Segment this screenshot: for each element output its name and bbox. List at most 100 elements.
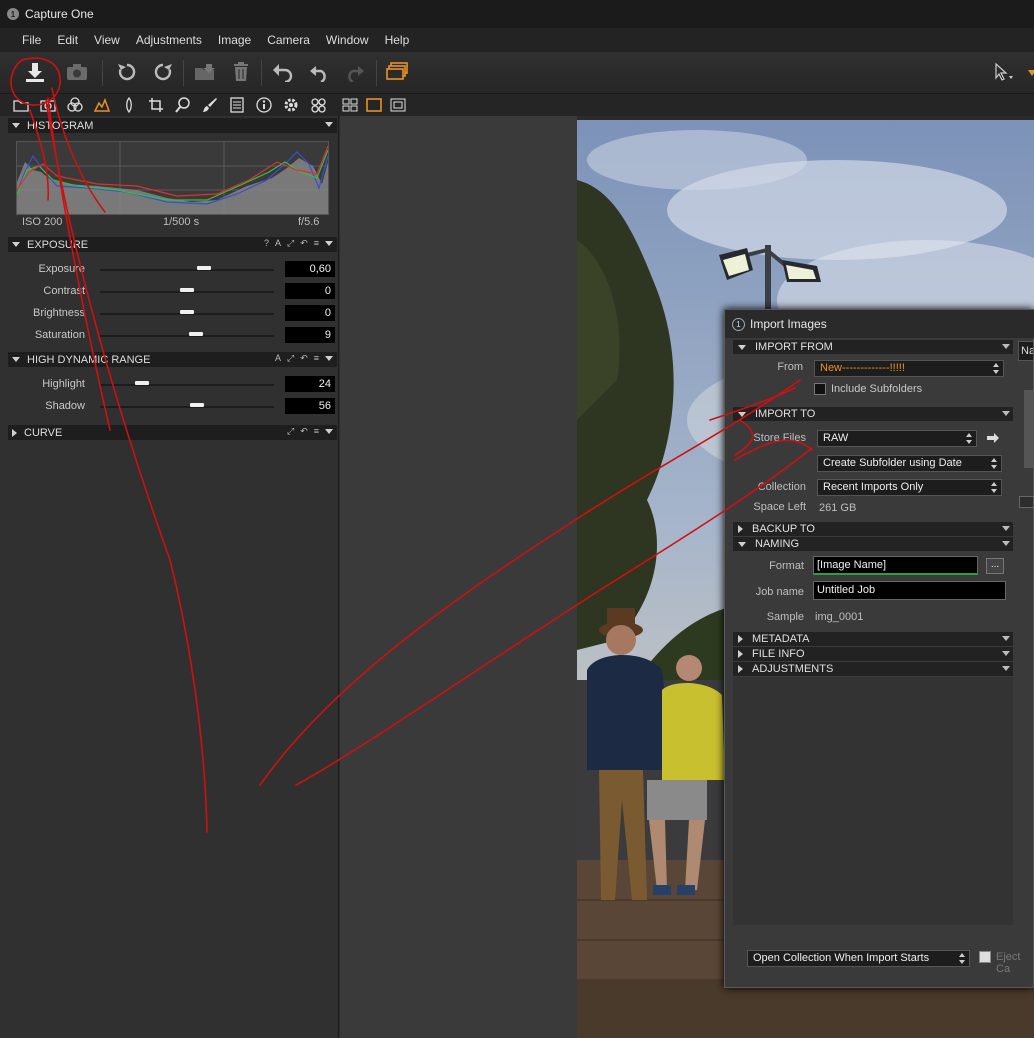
chevron-down-icon[interactable] <box>1002 636 1010 641</box>
lens-tab-icon[interactable] <box>121 97 137 113</box>
backup-to-header[interactable]: BACKUP TO <box>733 522 1013 536</box>
move-to-folder-icon[interactable] <box>192 60 218 84</box>
auto-icon[interactable]: A <box>275 353 281 364</box>
brightness-label: Brightness <box>33 307 85 319</box>
exposure-title: EXPOSURE <box>27 238 89 251</box>
menu-edit[interactable]: Edit <box>57 33 78 47</box>
highlight-slider[interactable] <box>134 381 149 385</box>
highlight-value-field[interactable]: 24 <box>285 376 335 392</box>
chevron-down-icon[interactable] <box>1002 526 1010 531</box>
rotate-right-icon[interactable] <box>150 60 176 84</box>
undo-icon[interactable] <box>306 60 332 84</box>
eject-checkbox[interactable] <box>979 951 991 963</box>
brightness-value-field[interactable]: 0 <box>285 305 335 321</box>
cursor-icon[interactable] <box>990 60 1016 84</box>
chevron-down-icon[interactable] <box>1002 666 1010 671</box>
menu-image[interactable]: Image <box>218 33 251 47</box>
adjustments-header[interactable]: ADJUSTMENTS <box>733 662 1013 676</box>
curve-header[interactable]: CURVE ⤢ ↶ ≡ <box>8 425 337 440</box>
hdr-header[interactable]: HIGH DYNAMIC RANGE A ⤢ ↶ ≡ <box>8 352 337 367</box>
menu-adjustments[interactable]: Adjustments <box>136 33 202 47</box>
undo-all-icon[interactable] <box>270 60 296 84</box>
file-info-header[interactable]: FILE INFO <box>733 647 1013 661</box>
contrast-slider[interactable] <box>180 288 194 292</box>
chevron-down-icon[interactable] <box>1002 651 1010 656</box>
metadata-tab-icon[interactable] <box>229 97 245 113</box>
reset-icon[interactable]: ↶ <box>300 238 308 249</box>
naming-header[interactable]: NAMING <box>733 537 1013 551</box>
shadow-slider[interactable] <box>190 403 205 407</box>
brush-tab-icon[interactable] <box>202 97 218 113</box>
import-from-header[interactable]: IMPORT FROM <box>733 340 1013 354</box>
dialog-title-bar[interactable]: 1 Import Images <box>725 310 1034 338</box>
copy-apply-icon[interactable]: ⤢ <box>287 238 294 249</box>
menu-window[interactable]: Window <box>326 33 369 47</box>
exposure-tab-icon[interactable] <box>94 97 110 113</box>
spinner-icon <box>993 362 1000 375</box>
exposure-value-field[interactable]: 0,60 <box>285 261 335 277</box>
exposure-header[interactable]: EXPOSURE ? A ⤢ ↶ ≡ <box>8 237 337 252</box>
chevron-down-icon[interactable] <box>1002 344 1010 349</box>
saturation-value-field[interactable]: 9 <box>285 327 335 343</box>
main-toolbar <box>0 52 1034 94</box>
subfolder-select[interactable]: Create Subfolder using Date <box>817 455 1002 472</box>
presets-icon[interactable]: ≡ <box>314 238 319 249</box>
trash-icon[interactable] <box>228 60 254 84</box>
reset-icon[interactable]: ↶ <box>300 353 308 364</box>
brightness-slider[interactable] <box>180 310 194 314</box>
presets-icon[interactable]: ≡ <box>314 426 319 437</box>
crop-tab-icon[interactable] <box>148 97 164 113</box>
help-icon[interactable]: ? <box>264 238 269 249</box>
chevron-down-icon[interactable] <box>325 122 333 127</box>
copy-apply-icon[interactable]: ⤢ <box>287 426 294 437</box>
collection-select[interactable]: Recent Imports Only <box>817 479 1002 496</box>
color-tab-icon[interactable] <box>67 97 83 113</box>
contrast-value-field[interactable]: 0 <box>285 283 335 299</box>
open-collection-select[interactable]: Open Collection When Import Starts <box>747 950 970 967</box>
camera-icon[interactable] <box>64 60 90 84</box>
fullscreen-view-icon[interactable] <box>390 97 406 113</box>
sample-label: Sample <box>766 611 804 623</box>
include-subfolders-checkbox[interactable] <box>814 383 826 395</box>
reset-icon[interactable]: ↶ <box>300 426 308 437</box>
redo-icon[interactable] <box>342 60 368 84</box>
single-view-icon[interactable] <box>366 97 382 113</box>
arrow-right-icon[interactable] <box>986 432 1000 447</box>
import-to-title: IMPORT TO <box>755 408 816 420</box>
histogram-header[interactable]: HISTOGRAM <box>8 118 337 133</box>
format-options-button[interactable]: ... <box>986 558 1004 574</box>
info-tab-icon[interactable] <box>256 97 272 113</box>
menu-help[interactable]: Help <box>385 33 410 47</box>
metadata-header[interactable]: METADATA <box>733 632 1013 646</box>
menu-view[interactable]: View <box>94 33 120 47</box>
exposure-slider[interactable] <box>197 266 212 270</box>
format-input[interactable]: [Image Name] <box>813 556 978 575</box>
store-files-select[interactable]: RAW <box>817 430 977 447</box>
chevron-down-icon[interactable] <box>325 429 333 437</box>
chevron-down-icon[interactable] <box>1002 411 1010 416</box>
gear-tab-icon[interactable] <box>283 97 299 113</box>
chevron-down-icon[interactable] <box>1002 541 1010 546</box>
side-control[interactable] <box>1019 496 1034 508</box>
import-icon[interactable] <box>22 60 48 84</box>
presets-icon[interactable]: ≡ <box>314 353 319 364</box>
search-tab-icon[interactable] <box>175 97 191 113</box>
chevron-down-icon[interactable] <box>325 356 333 364</box>
menu-camera[interactable]: Camera <box>267 33 310 47</box>
library-tab-icon[interactable] <box>13 97 29 113</box>
batch-tab-icon[interactable] <box>310 97 326 113</box>
dialog-side-tab[interactable]: Na <box>1018 341 1034 361</box>
shadow-value-field[interactable]: 56 <box>285 398 335 414</box>
chevron-down-icon[interactable] <box>325 241 333 249</box>
job-name-input[interactable]: Untitled Job <box>813 581 1006 600</box>
import-to-header[interactable]: IMPORT TO <box>733 407 1013 421</box>
copy-apply-icon[interactable]: ⤢ <box>287 353 294 364</box>
grid-view-icon[interactable] <box>342 97 358 113</box>
rotate-left-icon[interactable] <box>114 60 140 84</box>
stack-icon[interactable] <box>384 60 410 84</box>
capture-tab-icon[interactable] <box>40 97 56 113</box>
from-select[interactable]: New-------------!!!!! <box>814 360 1004 377</box>
saturation-slider[interactable] <box>188 332 203 336</box>
menu-file[interactable]: File <box>22 33 41 47</box>
auto-icon[interactable]: A <box>275 238 281 249</box>
